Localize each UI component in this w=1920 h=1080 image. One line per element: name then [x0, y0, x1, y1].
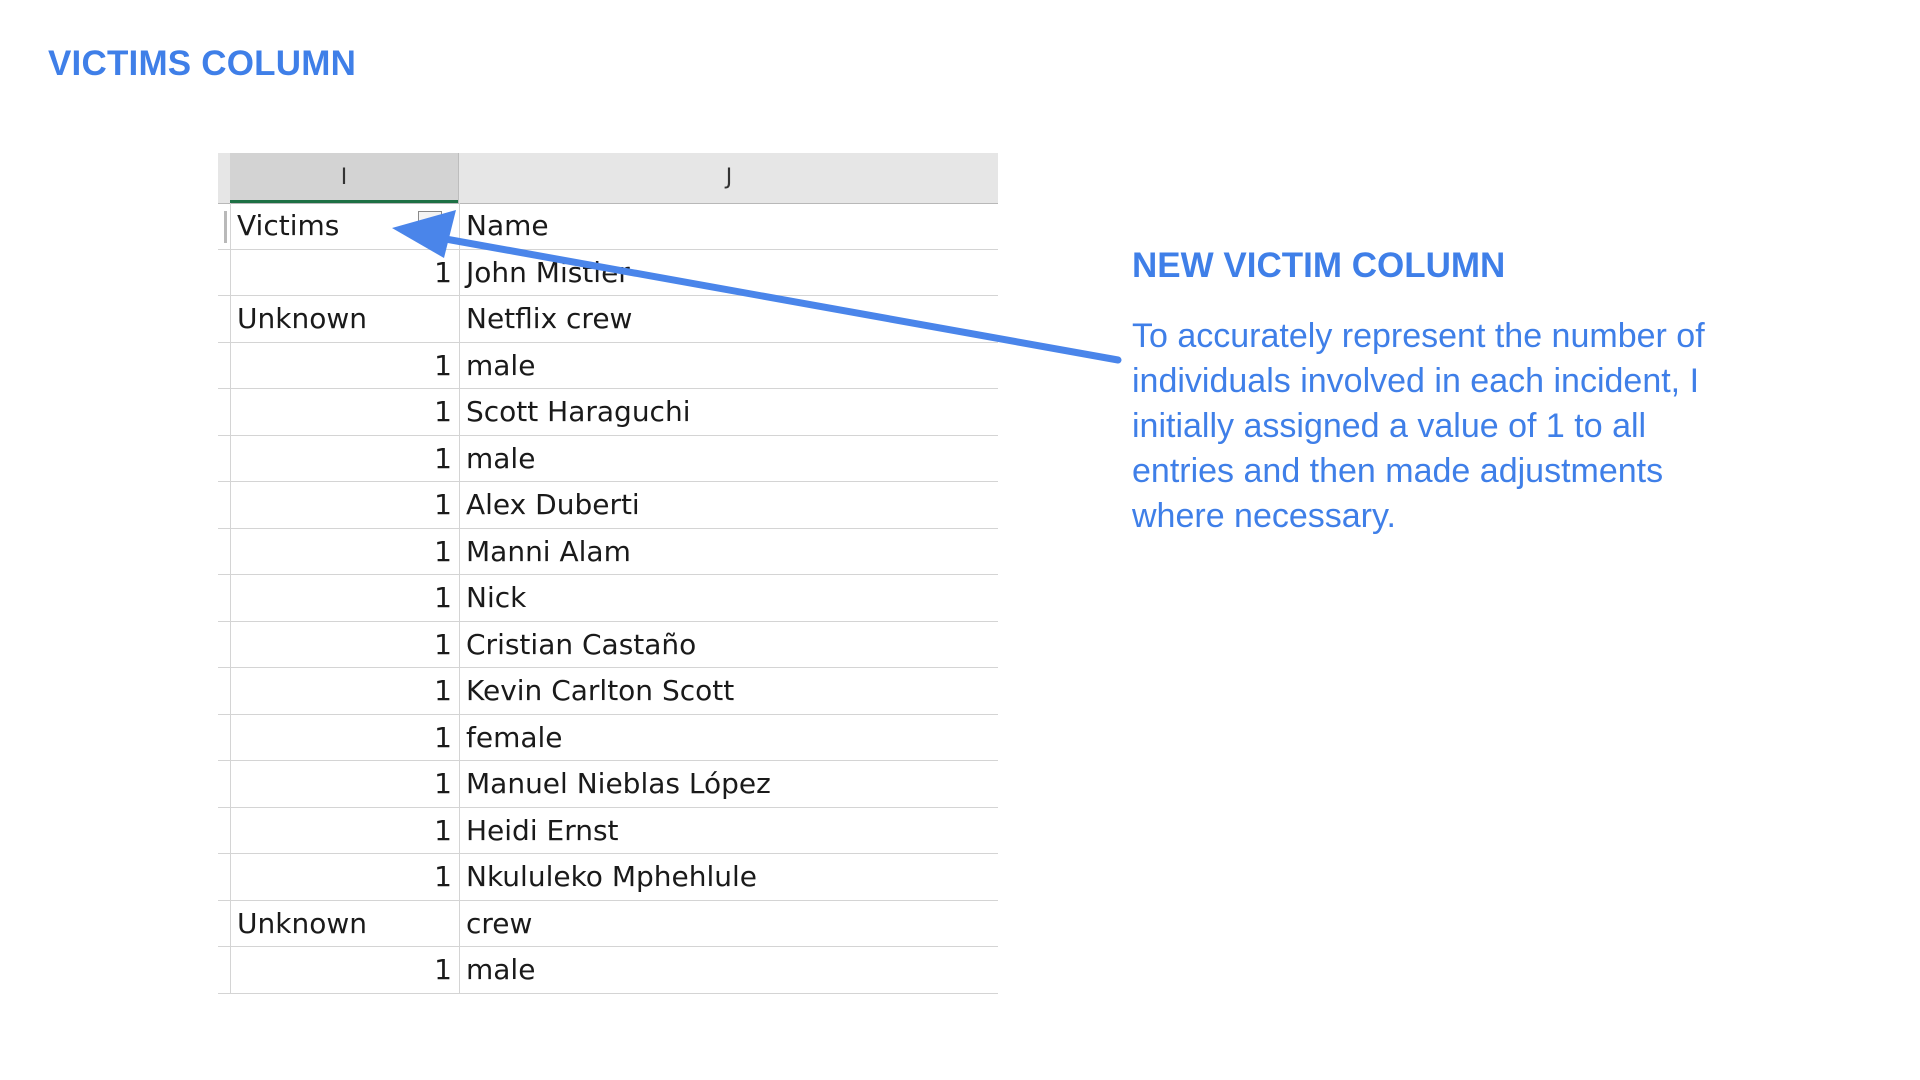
table-row: 1 male	[218, 947, 998, 994]
annotation-box: NEW VICTIM COLUMN To accurately represen…	[1132, 246, 1752, 539]
victims-cell[interactable]: 1	[230, 714, 458, 761]
table-row: 1 Heidi Ernst	[218, 807, 998, 854]
victims-cell[interactable]: Unknown	[230, 296, 458, 342]
slide-title: VICTIMS COLUMN	[48, 44, 357, 83]
name-cell[interactable]: male	[459, 435, 998, 482]
annotation-body: To accurately represent the number of in…	[1132, 317, 1705, 535]
victims-cell[interactable]: 1	[230, 621, 458, 668]
annotation-heading: NEW VICTIM COLUMN	[1132, 246, 1506, 285]
table-row: 1 male	[218, 342, 998, 389]
name-cell[interactable]: Manuel Nieblas López	[459, 761, 998, 807]
name-header-cell[interactable]: Name	[459, 203, 998, 249]
table-row: 1 John Mistler	[218, 249, 998, 296]
column-header-bar: I J	[218, 153, 998, 204]
column-header-j[interactable]: J	[460, 153, 998, 200]
name-cell[interactable]: male	[459, 947, 998, 993]
column-header-i[interactable]: I	[230, 153, 458, 203]
sheet-grid: Victims Name 1 John Mistler Unknown Netflix…	[218, 203, 998, 994]
filter-dropdown-icon[interactable]	[418, 211, 442, 235]
name-cell[interactable]: female	[459, 714, 998, 761]
victims-cell[interactable]: 1	[230, 668, 458, 714]
name-cell[interactable]: male	[459, 342, 998, 389]
name-cell[interactable]: Scott Haraguchi	[459, 389, 998, 435]
name-cell[interactable]: Cristian Castaño	[459, 621, 998, 668]
victims-cell[interactable]: 1	[230, 761, 458, 807]
selection-edge	[218, 211, 227, 243]
victims-cell[interactable]: 1	[230, 854, 458, 900]
name-cell[interactable]: Alex Duberti	[459, 482, 998, 528]
victims-cell[interactable]: 1	[230, 947, 458, 993]
table-row: 1 female	[218, 714, 998, 761]
table-row: 1 Scott Haraguchi	[218, 389, 998, 436]
table-row: 1 Manni Alam	[218, 528, 998, 575]
table-row: 1 Cristian Castaño	[218, 621, 998, 668]
name-cell[interactable]: Netflix crew	[459, 296, 998, 342]
victims-cell[interactable]: 1	[230, 807, 458, 854]
victims-cell[interactable]: 1	[230, 482, 458, 528]
name-cell[interactable]: Kevin Carlton Scott	[459, 668, 998, 714]
name-cell[interactable]: Nick	[459, 575, 998, 621]
name-cell[interactable]: Nkululeko Mphehlule	[459, 854, 998, 900]
header-row: Victims Name	[218, 203, 998, 250]
table-row: Unknown Netflix crew	[218, 296, 998, 343]
table-row: Unknown crew	[218, 900, 998, 947]
victims-cell[interactable]: Unknown	[230, 900, 458, 947]
table-row: 1 male	[218, 435, 998, 482]
name-cell[interactable]: crew	[459, 900, 998, 947]
table-row: 1 Manuel Nieblas López	[218, 761, 998, 808]
victims-cell[interactable]: 1	[230, 342, 458, 389]
victims-cell[interactable]: 1	[230, 528, 458, 575]
victims-cell[interactable]: 1	[230, 435, 458, 482]
column-separator[interactable]	[458, 153, 459, 203]
table-row: 1 Alex Duberti	[218, 482, 998, 529]
spreadsheet: I J Victims Name 1 John Mistler Unknown Net…	[218, 153, 998, 1008]
table-row: 1 Kevin Carlton Scott	[218, 668, 998, 715]
victims-cell[interactable]: 1	[230, 575, 458, 621]
victims-cell[interactable]: 1	[230, 389, 458, 435]
table-row: 1 Nick	[218, 575, 998, 622]
name-cell[interactable]: John Mistler	[459, 249, 998, 296]
victims-cell[interactable]: 1	[230, 249, 458, 296]
name-cell[interactable]: Heidi Ernst	[459, 807, 998, 854]
table-row: 1 Nkululeko Mphehlule	[218, 854, 998, 901]
name-cell[interactable]: Manni Alam	[459, 528, 998, 575]
